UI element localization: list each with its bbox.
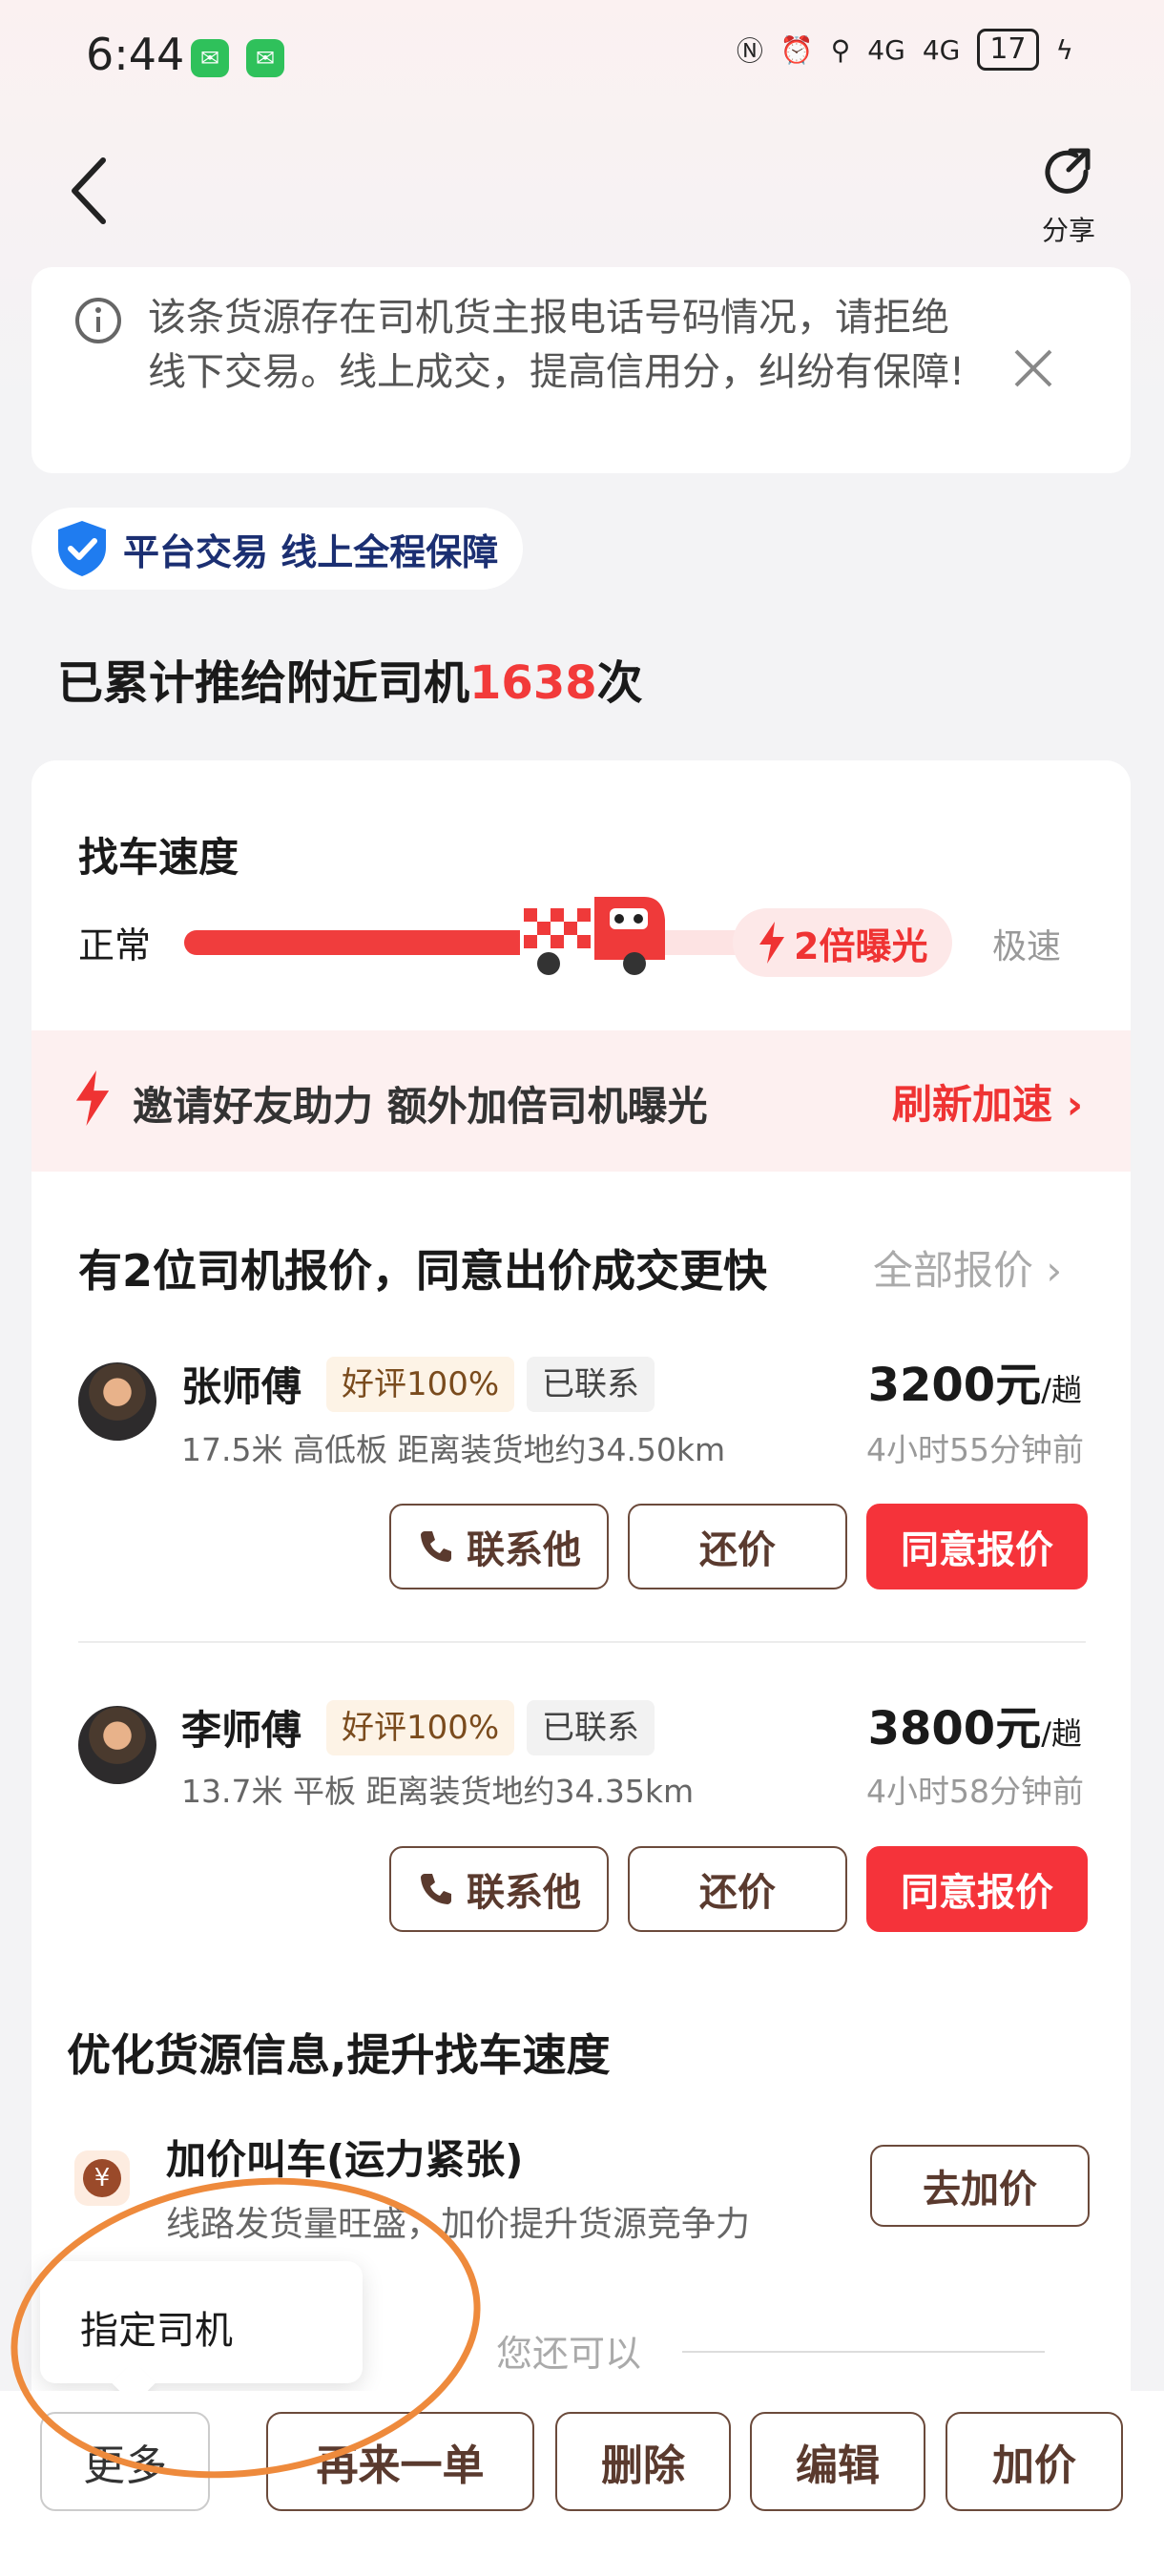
price-unit: /趟 <box>1041 1715 1082 1752</box>
contact-driver-button[interactable]: 联系他 <box>389 1846 609 1932</box>
go-raise-price-button[interactable]: 去加价 <box>870 2145 1090 2227</box>
warning-notice: 该条货源存在司机货主报电话号码情况，请拒绝线下交易。线上成交，提高信用分，纠纷有… <box>31 267 1131 473</box>
invite-banner[interactable]: 邀请好友助力 额外加倍司机曝光 刷新加速 › <box>31 1030 1131 1172</box>
invite-text: 邀请好友助力 额外加倍司机曝光 <box>133 1083 708 1130</box>
rating-tag: 好评100% <box>326 1700 515 1755</box>
counter-offer-button[interactable]: 还价 <box>628 1504 847 1589</box>
all-quotes-link[interactable]: 全部报价 › <box>873 1238 1062 1297</box>
price-value: 3200元 <box>867 1359 1042 1412</box>
contact-label: 联系他 <box>467 1528 581 1572</box>
platform-guarantee-badge: 平台交易 线上全程保障 <box>31 508 524 590</box>
boost-tag[interactable]: 2倍曝光 <box>733 908 953 977</box>
contacted-tag: 已联系 <box>527 1700 655 1755</box>
speed-fast-label: 极速 <box>992 927 1062 966</box>
yuan-icon: ¥ <box>74 2150 130 2206</box>
truck-icon <box>520 897 665 975</box>
driver-info: 13.7米 平板 距离装货地约34.35km <box>181 1773 695 1810</box>
push-prefix: 已累计推给附近司机 <box>57 656 470 710</box>
refresh-accelerate-link[interactable]: 刷新加速 › <box>892 1072 1083 1131</box>
edit-button[interactable]: 编辑 <box>750 2412 925 2511</box>
price-unit: /趟 <box>1041 1372 1082 1408</box>
close-icon[interactable] <box>1012 347 1054 389</box>
push-suffix: 次 <box>596 656 643 710</box>
contacted-tag: 已联系 <box>527 1357 655 1412</box>
more-button[interactable]: 更多 <box>40 2412 210 2511</box>
delete-button[interactable]: 删除 <box>555 2412 731 2511</box>
charging-icon: ϟ <box>1055 33 1073 66</box>
share-button[interactable]: 分享 <box>1030 141 1107 248</box>
divider <box>682 2351 1045 2353</box>
raise-price-title: 加价叫车(运力紧张) <box>166 2136 524 2183</box>
optimize-title: 优化货源信息,提升找车速度 <box>67 2029 611 2081</box>
share-icon <box>1045 148 1091 194</box>
location-icon: ⚲ <box>830 33 851 66</box>
signal-icon: 4G <box>867 33 905 66</box>
signal-icon: 4G <box>922 33 961 66</box>
status-icons: Ⓝ ⏰ ⚲ 4G 4G 17 ϟ <box>737 29 1073 71</box>
reorder-button[interactable]: 再来一单 <box>266 2412 534 2511</box>
chevron-left-icon <box>72 157 106 224</box>
lightning-icon <box>759 922 784 964</box>
battery-icon: 17 <box>977 29 1039 71</box>
push-count: 已累计推给附近司机1638次 <box>57 645 643 712</box>
shield-check-icon <box>58 521 106 576</box>
quote-time: 4小时58分钟前 <box>866 1773 1084 1810</box>
driver-name: 张师傅 <box>181 1363 302 1410</box>
quote-price: 3200元/趟 <box>868 1347 1082 1414</box>
nfc-icon: Ⓝ <box>736 35 763 67</box>
menu-item-assign-driver[interactable]: 指定司机 <box>80 2299 233 2355</box>
also-can-label: 您还可以 <box>496 2333 642 2375</box>
back-button[interactable] <box>67 153 114 229</box>
contact-driver-button[interactable]: 联系他 <box>389 1504 609 1589</box>
avatar <box>78 1362 156 1441</box>
share-label: 分享 <box>1041 215 1095 246</box>
phone-icon <box>421 1531 451 1562</box>
more-popup-menu: 指定司机 <box>40 2261 363 2405</box>
contact-label: 联系他 <box>467 1871 581 1915</box>
speed-title: 找车速度 <box>78 834 239 881</box>
status-time: 6:44 <box>86 29 185 80</box>
driver-name: 李师傅 <box>181 1707 302 1754</box>
all-quotes-label: 全部报价 <box>873 1247 1034 1294</box>
rating-tag: 好评100% <box>326 1357 515 1412</box>
quote-time: 4小时55分钟前 <box>866 1431 1084 1468</box>
avatar <box>78 1706 156 1784</box>
wechat-icon: ✉ <box>191 39 229 77</box>
notice-text: 该条货源存在司机货主报电话号码情况，请拒绝线下交易。线上成交，提高信用分，纠纷有… <box>148 296 966 394</box>
speed-normal-label: 正常 <box>78 924 152 966</box>
boost-label: 2倍曝光 <box>794 924 928 967</box>
agree-quote-button[interactable]: 同意报价 <box>866 1846 1088 1932</box>
chevron-right-icon: › <box>1046 1247 1063 1294</box>
divider <box>78 1641 1086 1643</box>
info-icon <box>75 298 121 343</box>
quote-price: 3800元/趟 <box>868 1691 1082 1757</box>
raise-price-button[interactable]: 加价 <box>946 2412 1123 2511</box>
price-value: 3800元 <box>867 1702 1042 1755</box>
raise-price-desc: 线路发货量旺盛，加价提升货源竞争力 <box>166 2205 751 2244</box>
phone-icon <box>421 1874 451 1904</box>
lightning-icon <box>75 1070 110 1126</box>
badge-text: 平台交易 线上全程保障 <box>123 530 499 573</box>
quotes-title: 有2位司机报价，同意出价成交更快 <box>78 1245 768 1297</box>
agree-quote-button[interactable]: 同意报价 <box>866 1504 1088 1589</box>
refresh-label: 刷新加速 <box>892 1081 1053 1128</box>
driver-info: 17.5米 高低板 距离装货地约34.50km <box>181 1431 726 1468</box>
alarm-icon: ⏰ <box>779 33 814 66</box>
chevron-right-icon: › <box>1066 1081 1083 1128</box>
push-number: 1638 <box>469 656 597 710</box>
counter-offer-button[interactable]: 还价 <box>628 1846 847 1932</box>
wechat-icon: ✉ <box>246 39 284 77</box>
